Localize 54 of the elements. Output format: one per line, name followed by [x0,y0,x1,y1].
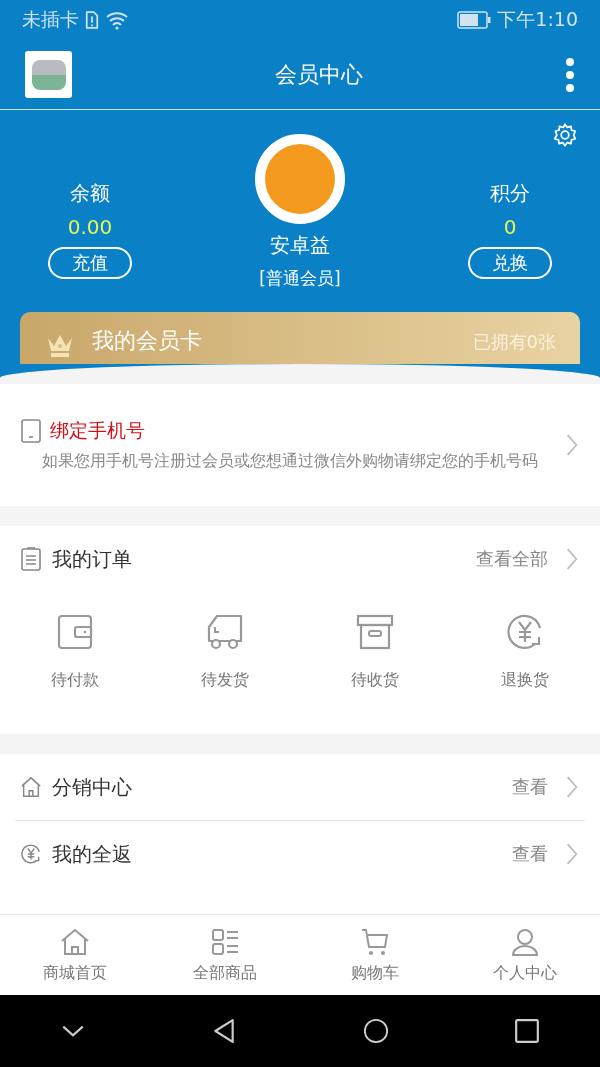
user-name: 安卓益 [270,232,330,259]
tab-item[interactable]: 全部商品 [150,915,300,995]
view-all-link[interactable]: 查看全部 [476,547,548,571]
phone-icon [20,418,42,444]
settings-icon[interactable] [552,122,578,148]
balance-value: 0.00 [67,215,113,239]
wifi-icon [105,10,129,30]
points-label: 积分 [490,180,530,207]
person-icon [510,926,540,957]
member-level: [普通会员] [259,267,341,290]
more-menu-icon[interactable] [565,57,575,92]
clock-text: 下午1:10 [497,7,578,32]
menu-row[interactable]: 分销中心 查看 [15,754,585,820]
view-link: 查看 [512,775,548,799]
chevron-right-icon [566,776,578,798]
menu-label: 分销中心 [52,773,132,801]
card-count: 已拥有0张 [472,330,556,354]
category-list-icon [210,926,240,957]
recents-square-icon[interactable] [514,1018,540,1044]
order-status-label: 待发货 [201,670,249,691]
chevron-right-icon [566,548,578,570]
chevron-right-icon [566,434,578,456]
carrier-text: 未插卡 [22,7,79,32]
chevron-right-icon [566,843,578,865]
bind-phone-row[interactable]: 绑定手机号 如果您用手机号注册过会员或您想通过微信外购物请绑定您的手机号码 [0,384,600,506]
home-circle-icon[interactable] [362,1018,389,1044]
house-icon [60,926,90,957]
order-status-label: 退换货 [501,670,549,691]
redeem-button[interactable]: 兑换 [468,247,552,279]
member-card-title: 我的会员卡 [92,327,202,355]
menu-row[interactable]: 我的全返 查看 [15,820,585,887]
battery-icon [457,11,492,29]
tab-item[interactable]: 个人中心 [450,915,600,995]
order-status-label: 待付款 [51,670,99,691]
storage-box-icon[interactable] [355,612,395,652]
view-link: 查看 [512,842,548,866]
tab-item[interactable]: 商城首页 [0,915,150,995]
bind-phone-description: 如果您用手机号注册过会员或您想通过微信外购物请绑定您的手机号码 [42,450,539,472]
recharge-button[interactable]: 充值 [48,247,132,279]
cart-icon [360,926,390,957]
page-title: 会员中心 [273,60,364,89]
sim-card-icon [85,11,99,29]
balance-label: 余额 [70,180,110,207]
order-status-label: 待收货 [351,670,399,691]
clipboard-icon [20,546,42,572]
house-icon [20,774,42,800]
orders-title: 我的订单 [52,545,132,573]
bind-phone-title: 绑定手机号 [50,418,145,443]
tab-item[interactable]: 购物车 [300,915,450,995]
product-thumbnail [25,51,72,98]
menu-label: 我的全返 [52,840,132,868]
wallet-icon[interactable] [55,612,95,652]
points-value: 0 [503,215,517,239]
truck-icon[interactable] [205,612,245,652]
